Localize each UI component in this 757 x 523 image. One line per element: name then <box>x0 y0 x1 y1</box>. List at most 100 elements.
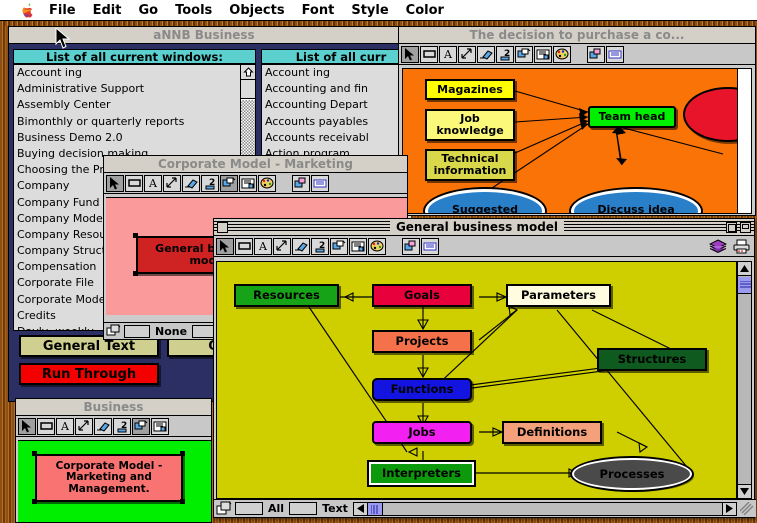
scroll-right-icon[interactable] <box>722 502 736 515</box>
zoom-box-icon[interactable] <box>726 221 737 233</box>
text-tool-icon[interactable]: A <box>56 417 74 435</box>
canvas-general-business-model[interactable]: Resources Goals Parameters Projects Stru… <box>216 261 737 499</box>
link-tool-icon[interactable] <box>220 174 238 192</box>
arrow-pointer-icon[interactable] <box>18 417 36 435</box>
resize-arrow-icon[interactable] <box>273 237 291 255</box>
node-processes[interactable]: Processes <box>572 458 692 490</box>
toolbar-business[interactable]: A 2 <box>16 416 211 437</box>
menu-file[interactable]: File <box>49 3 76 18</box>
titlebar-corporate[interactable]: Corporate Model - Marketing <box>104 156 407 173</box>
node-interpreters[interactable]: Interpreters <box>369 462 474 485</box>
menu-tools[interactable]: Tools <box>175 3 212 18</box>
keyboard-icon[interactable] <box>421 237 439 255</box>
toolbar-purchase[interactable]: A 2 <box>399 44 755 65</box>
list-item[interactable]: Bimonthly or quarterly reports <box>14 114 239 130</box>
node-structures[interactable]: Structures <box>597 348 707 371</box>
toolbar-corporate[interactable]: A 2 <box>104 173 407 194</box>
stack-icon[interactable] <box>707 238 729 255</box>
list-item[interactable]: Accounts payables <box>262 114 411 130</box>
titlebar-general[interactable]: General business model <box>214 219 754 236</box>
toolbar-general[interactable]: A 2 <box>214 236 754 257</box>
node-technical-information[interactable]: Technical information <box>425 149 515 181</box>
node-team-head[interactable]: Team head <box>588 106 676 128</box>
node-projects[interactable]: Projects <box>372 330 472 353</box>
selection-handle[interactable] <box>32 499 37 504</box>
window-purchase-decision[interactable]: The decision to purchase a co... A 2 Mag… <box>398 26 756 216</box>
palette-icon[interactable] <box>553 45 571 63</box>
menu-edit[interactable]: Edit <box>93 3 122 18</box>
resize-arrow-icon[interactable] <box>163 174 181 192</box>
keyboard-icon[interactable] <box>311 174 329 192</box>
rectangle-icon[interactable] <box>420 45 438 63</box>
resize-arrow-icon[interactable] <box>75 417 93 435</box>
selection-handle[interactable] <box>180 499 185 504</box>
arrow-pointer-icon[interactable] <box>401 45 419 63</box>
node-definitions[interactable]: Definitions <box>502 421 602 444</box>
menu-font[interactable]: Font <box>302 3 335 18</box>
scrollbar-general-vertical[interactable] <box>737 261 752 499</box>
selection-handle[interactable] <box>32 451 37 456</box>
scrollbar-general-horizontal[interactable] <box>352 501 737 516</box>
scroll-up-icon[interactable] <box>241 65 255 80</box>
resize-arrow-icon[interactable] <box>458 45 476 63</box>
node-goals[interactable]: Goals <box>372 284 472 307</box>
text-toggle-button[interactable] <box>289 502 318 515</box>
arrow-pointer-icon[interactable] <box>216 237 234 255</box>
keyboard-icon[interactable] <box>606 45 624 63</box>
scrollbar-purchase-vertical[interactable] <box>737 68 752 214</box>
menu-style[interactable]: Style <box>351 3 388 18</box>
duplicate-icon[interactable] <box>402 237 420 255</box>
resize-grip-icon[interactable] <box>739 501 754 516</box>
rectangle-icon[interactable] <box>125 174 143 192</box>
eraser-icon[interactable] <box>292 237 310 255</box>
close-box-icon[interactable] <box>217 221 228 233</box>
link-tool-icon[interactable] <box>515 45 533 63</box>
text-tool-icon[interactable]: A <box>254 237 272 255</box>
titlebar-business[interactable]: Business <box>16 399 211 416</box>
eraser-icon[interactable] <box>182 174 200 192</box>
menu-go[interactable]: Go <box>138 3 158 18</box>
text-tool-icon[interactable]: A <box>144 174 162 192</box>
rectangle-icon[interactable] <box>235 237 253 255</box>
duplicate-icon[interactable] <box>292 174 310 192</box>
scroll-thumb-horizontal[interactable] <box>367 502 383 515</box>
scroll-up-icon[interactable] <box>738 262 751 276</box>
node-jobs[interactable]: Jobs <box>372 421 472 444</box>
rectangle-icon[interactable] <box>37 417 55 435</box>
note-tool-icon[interactable] <box>151 417 169 435</box>
list-item[interactable]: Business Demo 2.0 <box>14 130 239 146</box>
list-item[interactable]: Accounts receivabl <box>262 130 411 146</box>
arrow-pointer-icon[interactable] <box>106 174 124 192</box>
all-toggle-button[interactable] <box>235 502 263 515</box>
selection-handle[interactable] <box>133 271 138 276</box>
menu-color[interactable]: Color <box>406 3 444 18</box>
collapse-box-icon[interactable] <box>740 221 751 233</box>
list-item[interactable]: Account ing <box>14 65 239 81</box>
link-tool-icon[interactable] <box>330 237 348 255</box>
node-job-knowledge[interactable]: Job knowledge <box>425 109 515 141</box>
selection-handle[interactable] <box>133 233 138 238</box>
note-tool-icon[interactable] <box>239 174 257 192</box>
node-functions[interactable]: Functions <box>372 378 472 401</box>
layers-icon[interactable] <box>216 501 232 516</box>
canvas-business[interactable]: Corporate Model - Marketing and Manageme… <box>18 440 211 522</box>
link-tool-icon[interactable] <box>132 417 150 435</box>
layers-icon[interactable] <box>106 324 121 338</box>
node-parameters[interactable]: Parameters <box>506 284 611 307</box>
list-item[interactable]: Accounting and fin <box>262 81 411 97</box>
printer-icon[interactable] <box>730 238 752 255</box>
statusbar-general[interactable]: All Text <box>214 499 756 517</box>
titlebar-purchase[interactable]: The decision to purchase a co... <box>399 27 755 44</box>
window-general-business-model[interactable]: General business model A 2 Resources Goa… <box>213 218 756 518</box>
status-button-left[interactable] <box>124 324 150 338</box>
scroll-left-icon[interactable] <box>353 502 368 515</box>
palette-icon[interactable] <box>368 237 386 255</box>
help-tool-icon[interactable]: 2 <box>113 417 131 435</box>
run-through-button[interactable]: Run Through <box>19 363 159 385</box>
note-tool-icon[interactable] <box>349 237 367 255</box>
apple-logo-icon[interactable] <box>22 3 35 18</box>
eraser-icon[interactable] <box>477 45 495 63</box>
help-tool-icon[interactable]: 2 <box>311 237 329 255</box>
list-item[interactable]: Account ing <box>262 65 411 81</box>
window-business[interactable]: Business A 2 Corporate Model - Marketing… <box>15 398 212 523</box>
